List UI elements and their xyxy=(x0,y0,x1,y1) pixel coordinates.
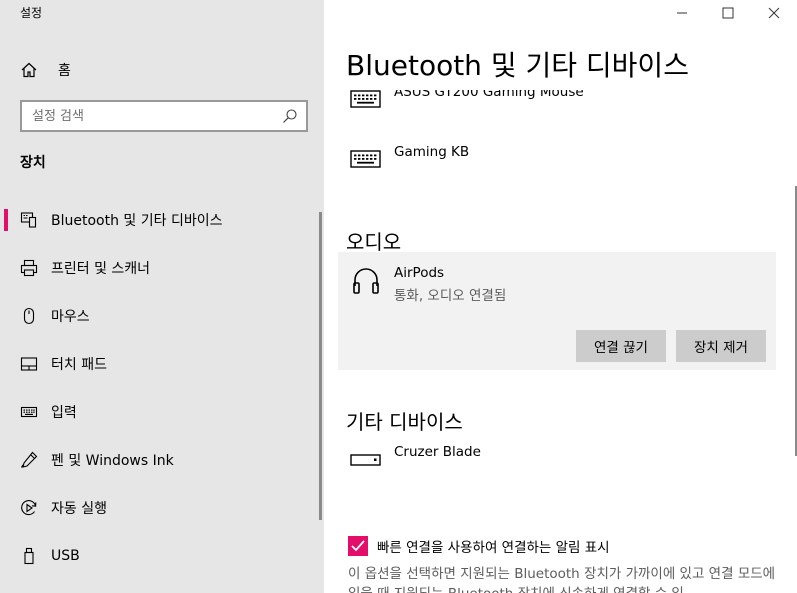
sidebar-item-label: 입력 xyxy=(51,405,77,421)
usb-drive-icon xyxy=(350,448,382,470)
device-name: ASUS GT200 Gaming Mouse xyxy=(394,90,584,100)
autoplay-icon xyxy=(20,499,38,517)
device-item-gaming-mouse[interactable]: ASUS GT200 Gaming Mouse xyxy=(350,90,584,110)
home-label: 홈 xyxy=(58,63,71,79)
printer-icon xyxy=(20,259,38,277)
sidebar: 설정 홈 장치 Bluetooth 및 기타 디바이스 프린터 및 스캐너 xyxy=(0,0,324,593)
checkmark-icon xyxy=(351,540,365,552)
maximize-button[interactable] xyxy=(705,0,751,26)
selected-indicator xyxy=(4,209,8,231)
sidebar-item-label: USB xyxy=(51,548,80,564)
swift-pair-label: 빠른 연결을 사용하여 연결하는 알림 표시 xyxy=(377,540,610,556)
search-icon[interactable] xyxy=(282,108,298,124)
sidebar-item-autoplay[interactable]: 자동 실행 xyxy=(0,484,318,532)
sidebar-item-pen[interactable]: 펜 및 Windows Ink xyxy=(0,436,318,484)
settings-search-box[interactable] xyxy=(20,100,308,132)
remove-device-button[interactable]: 장치 제거 xyxy=(676,330,766,362)
close-button[interactable] xyxy=(751,0,797,26)
minimize-button[interactable] xyxy=(659,0,705,26)
headphones-icon xyxy=(352,266,380,296)
keyboard-icon xyxy=(20,403,38,421)
sidebar-item-label: 마우스 xyxy=(51,309,90,325)
settings-search-input[interactable] xyxy=(32,108,278,124)
device-item-gaming-kb[interactable]: Gaming KB xyxy=(350,144,469,170)
app-title: 설정 xyxy=(20,6,43,20)
sidebar-nav: Bluetooth 및 기타 디바이스 프린터 및 스캐너 마우스 터치 패드 … xyxy=(0,196,318,580)
sidebar-item-printers[interactable]: 프린터 및 스캐너 xyxy=(0,244,318,292)
window-controls xyxy=(659,0,797,26)
home-nav-item[interactable]: 홈 xyxy=(20,58,300,82)
disconnect-button[interactable]: 연결 끊기 xyxy=(576,330,666,362)
device-item-cruzer-blade[interactable]: Cruzer Blade xyxy=(350,444,481,470)
swift-pair-description: 이 옵션을 선택하면 지원되는 Bluetooth 장치가 가까이에 있고 연결… xyxy=(348,566,776,593)
sidebar-item-bluetooth[interactable]: Bluetooth 및 기타 디바이스 xyxy=(0,196,318,244)
sidebar-scrollbar[interactable] xyxy=(319,212,322,520)
sidebar-item-touchpad[interactable]: 터치 패드 xyxy=(0,340,318,388)
sidebar-item-label: 자동 실행 xyxy=(51,501,107,517)
audio-heading: 오디오 xyxy=(346,230,402,254)
keyboard-icon xyxy=(350,148,382,170)
page-title: Bluetooth 및 기타 디바이스 xyxy=(346,49,689,82)
keyboard-icon xyxy=(350,90,382,110)
sidebar-item-label: 터치 패드 xyxy=(51,357,107,373)
main-content: Bluetooth 및 기타 디바이스 ASUS GT200 Gaming Mo… xyxy=(324,0,797,593)
mouse-icon xyxy=(20,307,38,325)
touchpad-icon xyxy=(20,355,38,373)
audio-device-card[interactable]: AirPods 통화, 오디오 연결됨 연결 끊기 장치 제거 xyxy=(338,252,776,370)
pen-icon xyxy=(20,451,38,469)
sidebar-item-label: 펜 및 Windows Ink xyxy=(51,453,174,469)
device-name: Cruzer Blade xyxy=(394,444,481,460)
device-name: Gaming KB xyxy=(394,144,470,160)
bluetooth-devices-icon xyxy=(20,211,38,229)
sidebar-item-label: Bluetooth 및 기타 디바이스 xyxy=(51,213,223,229)
swift-pair-checkbox[interactable] xyxy=(348,536,368,556)
sidebar-section-heading: 장치 xyxy=(20,155,46,171)
sidebar-item-usb[interactable]: USB xyxy=(0,532,318,580)
close-icon xyxy=(768,4,780,23)
sidebar-item-mouse[interactable]: 마우스 xyxy=(0,292,318,340)
device-name: AirPods xyxy=(394,265,445,281)
sidebar-item-label: 프린터 및 스캐너 xyxy=(51,261,151,277)
home-icon xyxy=(20,61,38,79)
maximize-icon xyxy=(722,4,734,23)
scroll-region: ASUS GT200 Gaming Mouse Gaming KB 오디오 Ai… xyxy=(324,90,797,593)
sidebar-item-typing[interactable]: 입력 xyxy=(0,388,318,436)
other-devices-heading: 기타 디바이스 xyxy=(346,410,463,434)
usb-icon xyxy=(20,547,38,565)
minimize-icon xyxy=(676,4,688,23)
swift-pair-row[interactable]: 빠른 연결을 사용하여 연결하는 알림 표시 xyxy=(348,536,610,556)
device-status: 통화, 오디오 연결됨 xyxy=(394,288,507,304)
